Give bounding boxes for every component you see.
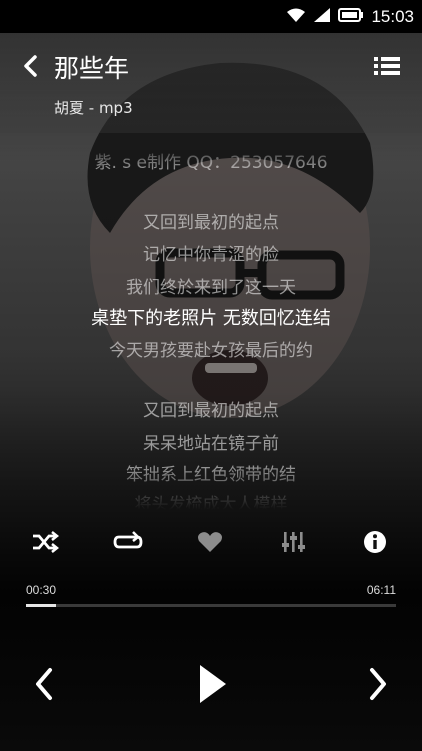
- lyric-line: 将头发梳成大人模样: [134, 495, 288, 510]
- status-time: 15:03: [371, 6, 414, 26]
- elapsed-time: 00:30: [26, 583, 57, 597]
- lyric-line: 记忆中你青涩的脸: [143, 245, 279, 265]
- play-icon: [200, 665, 226, 703]
- signal-icon: [313, 7, 331, 27]
- shuffle-button[interactable]: [27, 524, 63, 560]
- repeat-button[interactable]: [110, 524, 146, 560]
- lyric-line: 笨拙系上红色领带的结: [126, 465, 296, 485]
- info-button[interactable]: [357, 524, 393, 560]
- info-icon: [364, 531, 386, 553]
- previous-button[interactable]: [22, 660, 66, 708]
- play-button[interactable]: [189, 660, 237, 708]
- lyric-line: 呆呆地站在镜子前: [143, 434, 279, 454]
- next-button[interactable]: [356, 660, 400, 708]
- list-icon: [374, 57, 400, 75]
- repeat-icon: [113, 531, 143, 549]
- lyric-line-current: 桌垫下的老照片 无数回忆连结: [91, 308, 331, 329]
- progress-fill: [26, 604, 56, 607]
- chevron-left-icon: [24, 55, 37, 77]
- lyrics-panel[interactable]: 紫. s e制作 QQ：253057646 又回到最初的起点 记忆中你青涩的脸 …: [0, 140, 422, 510]
- lyric-line: 又回到最初的起点: [143, 213, 279, 233]
- lyric-line: 今天男孩要赴女孩最后的约: [109, 341, 313, 361]
- shuffle-icon: [33, 531, 59, 553]
- wifi-icon: [286, 7, 306, 27]
- lyric-line: 我们终於来到了这一天: [126, 278, 296, 298]
- chevron-right-icon: [370, 668, 386, 700]
- total-time: 06:11: [366, 583, 396, 597]
- song-title: 那些年: [54, 54, 130, 83]
- lyric-line: 紫. s e制作 QQ：253057646: [94, 153, 328, 173]
- progress-bar[interactable]: [26, 604, 396, 607]
- status-bar: 15:03: [0, 0, 422, 33]
- favorite-button[interactable]: [192, 524, 228, 560]
- playback-options: [0, 524, 422, 560]
- playlist-button[interactable]: [374, 55, 400, 77]
- back-button[interactable]: [18, 53, 44, 79]
- now-playing-header: 那些年 胡夏 - mp3: [0, 33, 422, 133]
- equalizer-icon: [282, 532, 305, 552]
- equalizer-button[interactable]: [275, 524, 311, 560]
- chevron-left-icon: [36, 668, 52, 700]
- battery-icon: [338, 7, 364, 26]
- song-artist: 胡夏 - mp3: [54, 99, 133, 117]
- heart-icon: [198, 532, 222, 552]
- lyric-line: 又回到最初的起点: [143, 401, 279, 421]
